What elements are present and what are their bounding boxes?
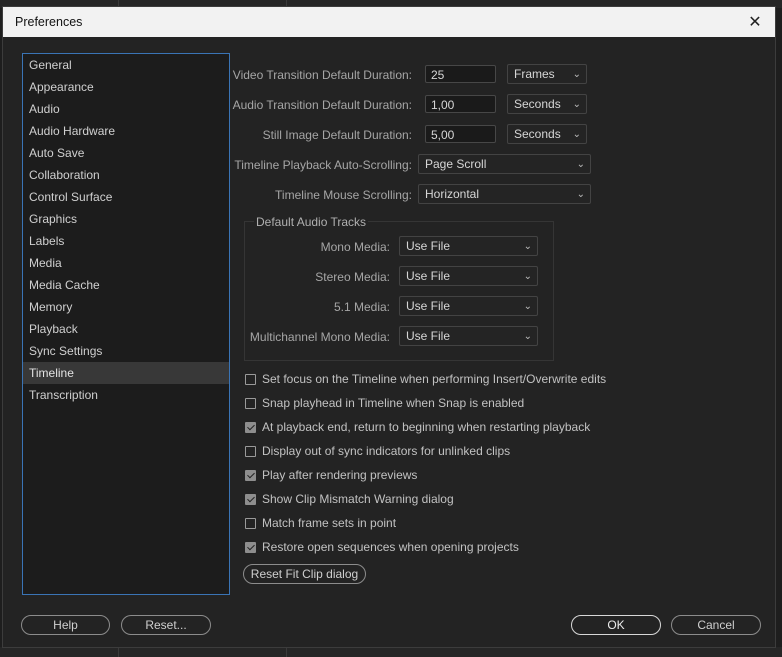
sidebar-item-audio[interactable]: Audio: [23, 98, 229, 120]
background-divider: [118, 647, 119, 657]
chevron-down-icon: ⌄: [523, 271, 532, 282]
select-value: Seconds: [514, 97, 561, 111]
mono-media-select[interactable]: Use File ⌄: [399, 236, 538, 256]
checkbox[interactable]: [245, 397, 256, 409]
checkbox-label: At playback end, return to beginning whe…: [262, 420, 591, 434]
checkbox-row[interactable]: Show Clip Mismatch Warning dialog: [245, 490, 454, 508]
sidebar-item-appearance[interactable]: Appearance: [23, 76, 229, 98]
checkbox-row[interactable]: Snap playhead in Timeline when Snap is e…: [245, 394, 524, 412]
preferences-dialog: Preferences ✕ General Appearance Audio A…: [2, 6, 776, 648]
sidebar-item-transcription[interactable]: Transcription: [23, 384, 229, 406]
video-transition-duration-input[interactable]: 25: [425, 65, 496, 83]
sidebar-item-playback[interactable]: Playback: [23, 318, 229, 340]
checkbox-label: Display out of sync indicators for unlin…: [262, 444, 511, 458]
checkbox-label: Restore open sequences when opening proj…: [262, 540, 519, 554]
select-value: Use File: [406, 329, 451, 343]
default-audio-tracks-title: Default Audio Tracks: [254, 215, 369, 229]
audio-transition-duration-input[interactable]: 1,00: [425, 95, 496, 113]
checkbox-label: Snap playhead in Timeline when Snap is e…: [262, 396, 525, 410]
reset-fit-clip-dialog-button[interactable]: Reset Fit Clip dialog: [243, 564, 366, 584]
select-value: Frames: [514, 67, 555, 81]
help-button[interactable]: Help: [21, 615, 110, 635]
select-value: Use File: [406, 299, 451, 313]
checkbox[interactable]: [245, 445, 256, 457]
sidebar-item-auto-save[interactable]: Auto Save: [23, 142, 229, 164]
five-one-media-label: 5.1 Media:: [333, 300, 390, 314]
playback-autoscroll-label: Timeline Playback Auto-Scrolling:: [234, 158, 412, 172]
sidebar-item-general[interactable]: General: [23, 54, 229, 76]
select-value: Use File: [406, 239, 451, 253]
chevron-down-icon: ⌄: [576, 189, 585, 200]
select-value: Page Scroll: [425, 157, 487, 171]
checkbox-label: Play after rendering previews: [262, 468, 418, 482]
chevron-down-icon: ⌄: [523, 301, 532, 312]
checkbox-row[interactable]: At playback end, return to beginning whe…: [245, 418, 590, 436]
checkbox-row[interactable]: Set focus on the Timeline when performin…: [245, 370, 606, 388]
checkbox[interactable]: [245, 541, 256, 553]
cancel-button[interactable]: Cancel: [671, 615, 761, 635]
video-transition-duration-label: Video Transition Default Duration:: [232, 68, 412, 82]
checkbox[interactable]: [245, 373, 256, 385]
sidebar-item-collaboration[interactable]: Collaboration: [23, 164, 229, 186]
checkbox[interactable]: [245, 493, 256, 505]
sidebar-item-sync-settings[interactable]: Sync Settings: [23, 340, 229, 362]
checkbox-row[interactable]: Match frame sets in point: [245, 514, 396, 532]
background-divider: [286, 647, 287, 657]
multichannel-mono-media-select[interactable]: Use File ⌄: [399, 326, 538, 346]
ok-button[interactable]: OK: [571, 615, 661, 635]
close-icon[interactable]: ✕: [745, 12, 765, 32]
multichannel-mono-media-label: Multichannel Mono Media:: [249, 330, 390, 344]
checkbox-row[interactable]: Play after rendering previews: [245, 466, 417, 484]
sidebar-item-audio-hardware[interactable]: Audio Hardware: [23, 120, 229, 142]
title-bar: Preferences ✕: [3, 7, 775, 37]
chevron-down-icon: ⌄: [572, 129, 581, 140]
chevron-down-icon: ⌄: [572, 99, 581, 110]
checkbox[interactable]: [245, 469, 256, 481]
mouse-scrolling-label: Timeline Mouse Scrolling:: [275, 188, 412, 202]
audio-transition-unit-select[interactable]: Seconds ⌄: [507, 94, 587, 114]
checkbox[interactable]: [245, 517, 256, 529]
mouse-scrolling-select[interactable]: Horizontal ⌄: [418, 184, 591, 204]
mono-media-label: Mono Media:: [320, 240, 390, 254]
chevron-down-icon: ⌄: [576, 159, 585, 170]
preferences-category-list: General Appearance Audio Audio Hardware …: [22, 53, 230, 595]
sidebar-item-media[interactable]: Media: [23, 252, 229, 274]
select-value: Horizontal: [425, 187, 480, 201]
sidebar-item-memory[interactable]: Memory: [23, 296, 229, 318]
checkbox-label: Set focus on the Timeline when performin…: [262, 372, 607, 386]
select-value: Seconds: [514, 127, 561, 141]
checkbox-row[interactable]: Display out of sync indicators for unlin…: [245, 442, 510, 460]
stereo-media-label: Stereo Media:: [315, 270, 390, 284]
checkbox[interactable]: [245, 421, 256, 433]
chevron-down-icon: ⌄: [523, 241, 532, 252]
window-title: Preferences: [15, 15, 83, 29]
sidebar-item-media-cache[interactable]: Media Cache: [23, 274, 229, 296]
checkbox-row[interactable]: Restore open sequences when opening proj…: [245, 538, 519, 556]
sidebar-item-control-surface[interactable]: Control Surface: [23, 186, 229, 208]
checkbox-label: Match frame sets in point: [262, 516, 397, 530]
chevron-down-icon: ⌄: [523, 331, 532, 342]
five-one-media-select[interactable]: Use File ⌄: [399, 296, 538, 316]
playback-autoscroll-select[interactable]: Page Scroll ⌄: [418, 154, 591, 174]
video-transition-unit-select[interactable]: Frames ⌄: [507, 64, 587, 84]
sidebar-item-timeline[interactable]: Timeline: [23, 362, 229, 384]
sidebar-item-labels[interactable]: Labels: [23, 230, 229, 252]
still-image-duration-input[interactable]: 5,00: [425, 125, 496, 143]
sidebar-item-graphics[interactable]: Graphics: [23, 208, 229, 230]
audio-transition-duration-label: Audio Transition Default Duration:: [232, 98, 412, 112]
chevron-down-icon: ⌄: [572, 69, 581, 80]
checkbox-label: Show Clip Mismatch Warning dialog: [262, 492, 454, 506]
still-image-unit-select[interactable]: Seconds ⌄: [507, 124, 587, 144]
stereo-media-select[interactable]: Use File ⌄: [399, 266, 538, 286]
still-image-duration-label: Still Image Default Duration:: [262, 128, 412, 142]
select-value: Use File: [406, 269, 451, 283]
reset-button[interactable]: Reset...: [121, 615, 211, 635]
